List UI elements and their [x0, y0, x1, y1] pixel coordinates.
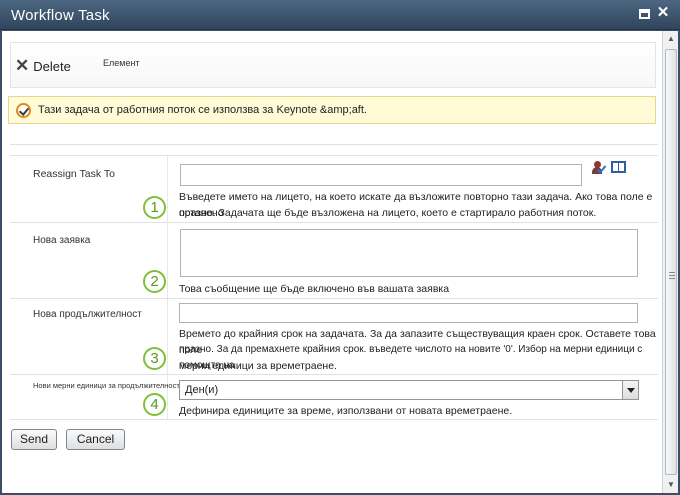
reassign-row: Reassign Task To 1 Въведете името на лиц… — [10, 156, 658, 223]
ribbon: ✕ Delete Елемент — [10, 42, 656, 88]
step-number-4: 4 — [143, 393, 166, 416]
maximize-icon[interactable] — [639, 9, 650, 19]
notice-text: Тази задача от работния поток се използв… — [38, 104, 367, 116]
step-number-3: 3 — [143, 347, 166, 370]
request-description: Това съобщение ще бъде включено във ваша… — [179, 283, 450, 295]
send-button[interactable]: Send — [11, 429, 57, 450]
units-description: Дефинира единиците за време, използвани … — [179, 405, 513, 417]
units-select[interactable]: Ден(и) — [179, 380, 639, 400]
delete-icon: ✕ — [15, 56, 30, 75]
window-titlebar: Workflow Task ✕ — [0, 0, 680, 30]
task-check-icon — [16, 103, 31, 118]
scroll-up-icon[interactable]: ▲ — [663, 31, 679, 47]
window-title: Workflow Task — [11, 7, 110, 24]
request-row: Нова заявка 2 Това съобщение ще бъде вкл… — [10, 223, 658, 299]
units-label: Нови мерни единици за продължителност — [33, 381, 180, 390]
units-selected-value: Ден(и) — [185, 384, 219, 396]
reassign-input[interactable] — [180, 164, 582, 186]
form-divider — [10, 144, 658, 145]
vertical-scrollbar[interactable]: ▲ ▼ — [662, 31, 678, 493]
chevron-down-icon[interactable] — [622, 381, 638, 399]
request-textarea[interactable] — [180, 229, 638, 277]
delete-label: Delete — [33, 58, 71, 74]
dialog-content: ✕ Delete Елемент Тази задача от работния… — [2, 31, 662, 493]
duration-input[interactable] — [179, 303, 638, 323]
ribbon-group-label: Елемент — [103, 58, 140, 68]
duration-row: Нова продължителност 3 Времето до крайни… — [10, 299, 658, 375]
check-names-icon[interactable] — [592, 161, 607, 175]
reassign-label: Reassign Task To — [33, 168, 115, 180]
step-number-1: 1 — [143, 196, 166, 219]
reassign-description-2: празно. Задачата ще бъде възложена на ли… — [179, 207, 597, 219]
close-icon[interactable]: ✕ — [656, 5, 670, 20]
step-number-2: 2 — [143, 270, 166, 293]
request-label: Нова заявка — [33, 235, 91, 246]
duration-label: Нова продължителност — [33, 309, 142, 320]
notice-bar: Тази задача от работния поток се използв… — [8, 96, 656, 124]
scrollbar-thumb[interactable] — [665, 49, 677, 475]
units-row: Нови мерни единици за продължителност 4 … — [10, 375, 658, 420]
delete-button[interactable]: ✕ Delete — [15, 57, 71, 75]
address-book-icon[interactable] — [611, 161, 626, 173]
duration-description-3: мерни единици за времетраене. — [179, 360, 337, 372]
scroll-down-icon[interactable]: ▼ — [663, 477, 679, 493]
cancel-button[interactable]: Cancel — [66, 429, 125, 450]
